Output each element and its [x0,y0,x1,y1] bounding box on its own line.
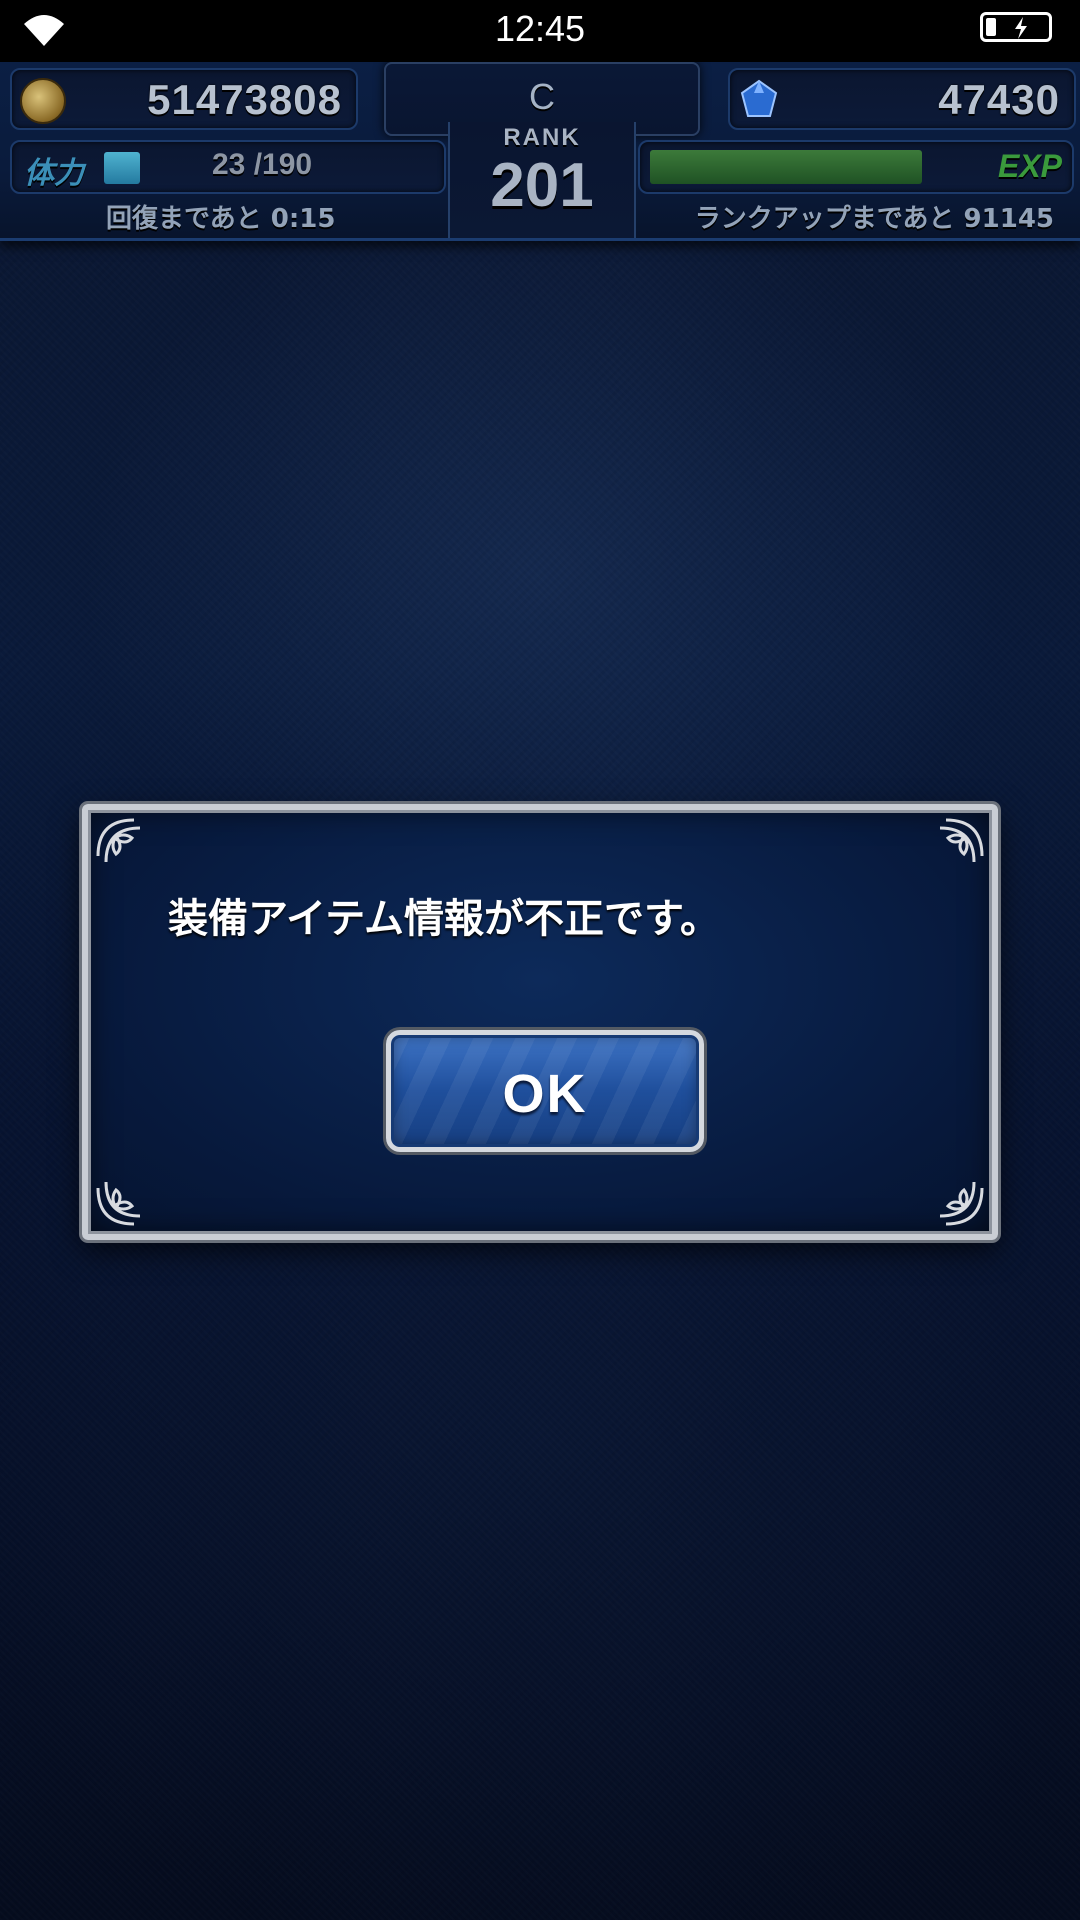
status-time: 12:45 [494,8,586,49]
stamina-value: 23 /190 [212,148,313,181]
stamina-meter: 体力 23 /190 [10,140,446,194]
gil-coin-icon [20,78,66,124]
rankup-remaining: ランクアップまであと 91145 [694,204,1054,234]
exp-label: EXP [997,148,1062,184]
ok-button-label: OK [502,1064,588,1124]
player-hud: 51473808 C RANK 201 47430 体力 23 /190 EXP… [0,62,1080,241]
stamina-label: 体力 [24,156,84,191]
corner-ornament-icon [96,818,141,863]
status-bar: 12:45 [0,0,1080,62]
gil-value: 51473808 [147,76,342,123]
rank-value: 201 [490,151,594,220]
gem-value: 47430 [938,76,1060,123]
exp-meter: EXP [638,140,1074,194]
dialog-message: 装備アイテム情報が不正です。 [168,896,720,942]
stamina-recover-timer: 回復まであと 0:15 [106,204,336,234]
corner-ornament-icon [939,818,984,863]
rank-panel: RANK 201 [448,122,636,238]
gil-counter: 51473808 [10,68,358,130]
stamina-bar-fill [104,152,140,184]
error-dialog: 装備アイテム情報が不正です。 OK [82,804,998,1240]
corner-ornament-icon [96,1181,141,1226]
corner-ornament-icon [939,1181,984,1226]
rank-label: RANK [503,124,581,151]
exp-bar-fill [650,150,922,184]
ok-button[interactable]: OK [386,1030,704,1152]
gem-icon [740,79,778,117]
app-screen: 12:45 51473808 C RANK 201 47430 体力 23 /1… [0,0,1080,1920]
battery-charging-icon [980,12,1052,42]
player-name: C [529,76,555,117]
gem-counter: 47430 [728,68,1076,130]
